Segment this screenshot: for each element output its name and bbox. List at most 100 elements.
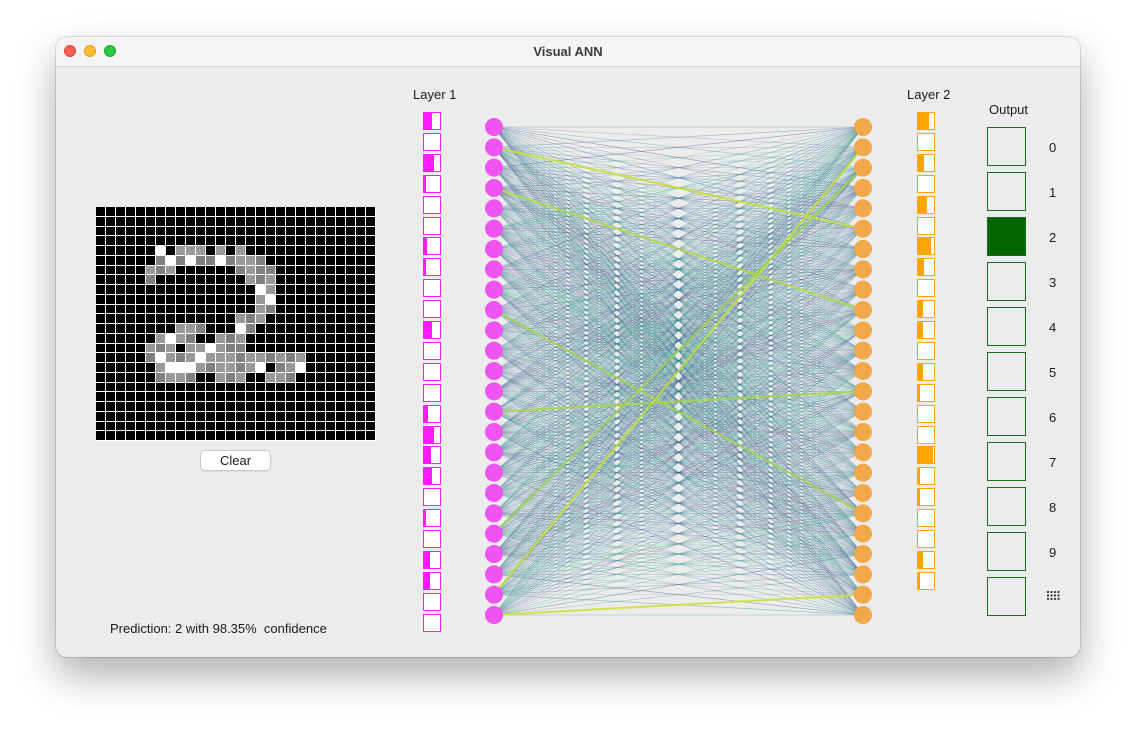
input-pixel[interactable] [166,411,176,422]
input-pixel[interactable] [146,421,156,432]
input-pixel[interactable] [226,294,236,305]
input-pixel[interactable] [366,304,376,315]
input-pixel[interactable] [286,363,296,373]
input-pixel[interactable] [246,402,256,412]
input-pixel[interactable] [356,372,366,383]
input-pixel[interactable] [126,265,136,276]
input-pixel[interactable] [196,343,206,354]
input-pixel[interactable] [196,411,206,422]
input-pixel[interactable] [336,372,346,383]
input-pixel[interactable] [206,246,216,256]
input-pixel[interactable] [116,304,126,315]
input-pixel[interactable] [256,314,266,324]
input-pixel[interactable] [206,265,216,276]
input-pixel[interactable] [336,285,346,295]
input-pixel[interactable] [306,246,316,256]
input-pixel[interactable] [346,275,356,285]
input-pixel[interactable] [106,392,116,402]
input-pixel[interactable] [296,382,306,393]
input-pixel[interactable] [116,333,126,344]
input-pixel[interactable] [236,275,246,285]
input-pixel[interactable] [156,265,166,276]
input-pixel[interactable] [226,392,236,402]
input-pixel[interactable] [286,431,296,441]
input-pixel[interactable] [336,392,346,402]
input-pixel[interactable] [336,246,346,256]
input-pixel[interactable] [226,255,236,266]
input-pixel[interactable] [256,411,266,422]
input-pixel[interactable] [366,314,376,324]
input-pixel[interactable] [206,207,216,217]
input-pixel[interactable] [166,363,176,373]
input-pixel[interactable] [276,392,286,402]
input-pixel[interactable] [196,372,206,383]
input-pixel[interactable] [276,207,286,217]
input-pixel[interactable] [106,265,116,276]
input-pixel[interactable] [256,431,266,441]
input-pixel[interactable] [366,372,376,383]
input-pixel[interactable] [126,421,136,432]
input-pixel[interactable] [176,411,186,422]
input-pixel[interactable] [346,324,356,334]
input-pixel[interactable] [306,353,316,363]
input-pixel[interactable] [226,275,236,285]
input-pixel[interactable] [286,216,296,227]
input-pixel[interactable] [236,246,246,256]
input-pixel[interactable] [246,421,256,432]
input-pixel[interactable] [336,431,346,441]
input-pixel[interactable] [356,255,366,266]
input-pixel[interactable] [176,246,186,256]
input-pixel[interactable] [116,285,126,295]
input-pixel[interactable] [126,216,136,227]
input-pixel[interactable] [336,226,346,237]
input-pixel[interactable] [186,246,196,256]
input-pixel[interactable] [366,226,376,237]
input-pixel[interactable] [166,382,176,393]
input-pixel[interactable] [336,294,346,305]
input-pixel[interactable] [206,353,216,363]
input-pixel[interactable] [136,207,146,217]
input-pixel[interactable] [156,392,166,402]
input-pixel[interactable] [356,392,366,402]
input-pixel[interactable] [116,324,126,334]
input-pixel[interactable] [356,285,366,295]
input-pixel[interactable] [146,363,156,373]
input-pixel[interactable] [186,265,196,276]
input-pixel[interactable] [186,255,196,266]
input-pixel[interactable] [96,324,106,334]
input-pixel[interactable] [146,304,156,315]
input-pixel[interactable] [116,226,126,237]
input-pixel[interactable] [256,402,266,412]
input-pixel[interactable] [306,382,316,393]
input-pixel[interactable] [306,304,316,315]
input-pixel[interactable] [116,402,126,412]
input-pixel[interactable] [266,353,276,363]
input-pixel[interactable] [206,226,216,237]
input-pixel[interactable] [106,285,116,295]
input-pixel[interactable] [336,353,346,363]
input-pixel[interactable] [366,324,376,334]
input-pixel[interactable] [316,333,326,344]
input-pixel[interactable] [356,265,366,276]
input-pixel[interactable] [296,343,306,354]
input-pixel[interactable] [256,324,266,334]
input-pixel[interactable] [186,372,196,383]
input-pixel[interactable] [156,216,166,227]
input-pixel[interactable] [246,363,256,373]
input-pixel[interactable] [146,372,156,383]
input-pixel[interactable] [236,324,246,334]
input-pixel[interactable] [136,304,146,315]
input-pixel[interactable] [146,285,156,295]
input-pixel[interactable] [116,363,126,373]
input-pixel[interactable] [326,353,336,363]
input-pixel[interactable] [106,333,116,344]
input-pixel[interactable] [236,255,246,266]
input-pixel[interactable] [156,411,166,422]
input-pixel[interactable] [346,392,356,402]
input-pixel[interactable] [216,382,226,393]
input-pixel[interactable] [266,304,276,315]
input-pixel[interactable] [116,421,126,432]
input-pixel[interactable] [96,255,106,266]
input-pixel[interactable] [236,207,246,217]
input-pixel[interactable] [366,216,376,227]
